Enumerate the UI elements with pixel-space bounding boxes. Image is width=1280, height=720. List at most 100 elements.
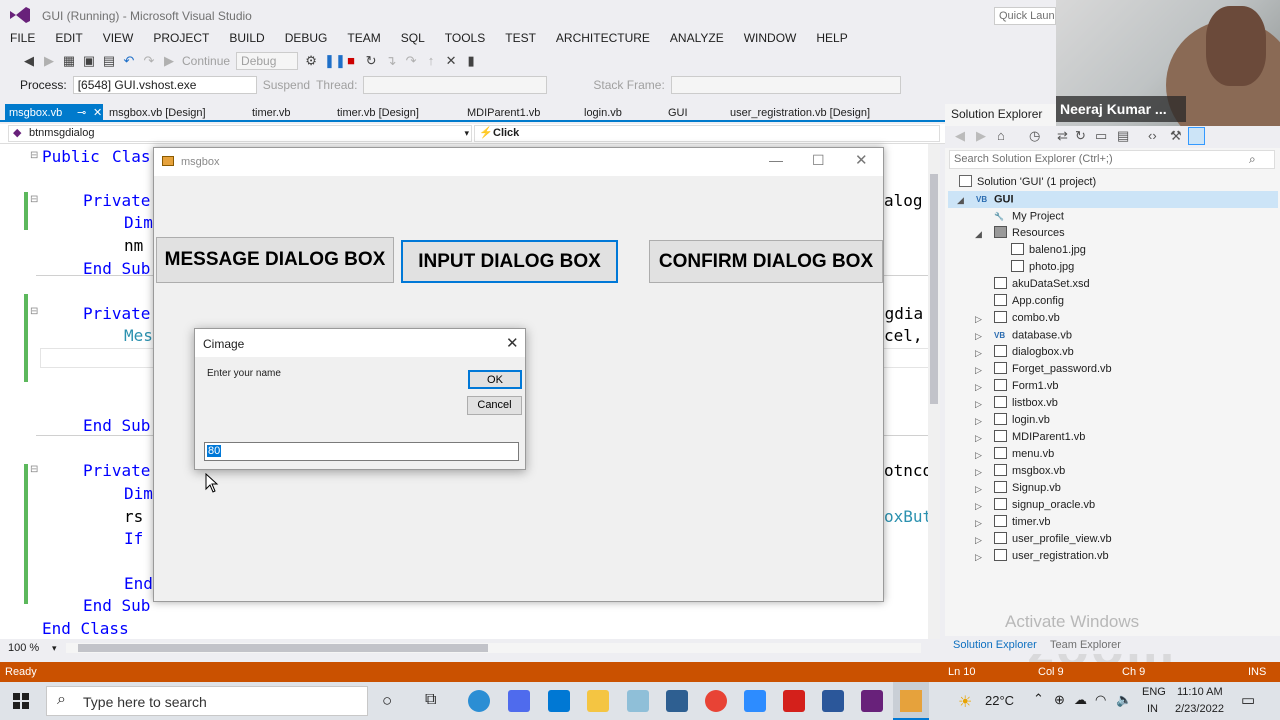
continue-button[interactable]: Continue	[182, 54, 230, 68]
undo-icon[interactable]: ↶	[122, 54, 136, 68]
collapsed-arrow-icon[interactable]: ▷	[975, 348, 982, 359]
collapsed-arrow-icon[interactable]: ▷	[975, 433, 982, 444]
menu-window[interactable]: WINDOW	[734, 30, 807, 50]
ok-button[interactable]: OK	[468, 370, 522, 389]
bookmark-icon[interactable]: ▮	[464, 54, 478, 68]
tab-solution-explorer[interactable]: Solution Explorer	[953, 639, 1037, 651]
tree-file[interactable]: listbox.vb	[994, 395, 1058, 412]
save-all-icon[interactable]: ▤	[102, 54, 116, 68]
clock-date[interactable]: 2/23/2022	[1175, 703, 1224, 715]
step-into-icon[interactable]: ↴	[384, 54, 398, 68]
wifi-icon[interactable]: ◠	[1095, 692, 1106, 708]
tree-file[interactable]: Form1.vb	[994, 378, 1058, 395]
tab-gui[interactable]: GUI	[668, 104, 688, 122]
menu-project[interactable]: PROJECT	[143, 30, 219, 50]
collapsed-arrow-icon[interactable]: ▷	[975, 501, 982, 512]
collapsed-arrow-icon[interactable]: ▷	[975, 331, 982, 342]
zoom-level[interactable]: 100 %	[8, 642, 39, 654]
notification-icon[interactable]: ▭	[1241, 691, 1255, 709]
tree-file[interactable]: dialogbox.vb	[994, 344, 1074, 361]
language-region[interactable]: IN	[1147, 703, 1158, 715]
tree-file[interactable]: VB database.vb	[994, 327, 1072, 344]
zoom-app-icon[interactable]	[744, 690, 766, 712]
edge-icon[interactable]	[468, 690, 490, 712]
collapsed-arrow-icon[interactable]: ▷	[975, 314, 982, 325]
horizontal-scrollbar[interactable]	[66, 643, 921, 653]
collapsed-arrow-icon[interactable]: ▷	[975, 365, 982, 376]
chrome-icon[interactable]	[705, 690, 727, 712]
collapsed-arrow-icon[interactable]: ▷	[975, 552, 982, 563]
collapse-icon[interactable]: ⊟	[30, 464, 38, 475]
menu-team[interactable]: TEAM	[337, 30, 390, 50]
search-icon[interactable]: ⌕	[1249, 152, 1256, 167]
windows-start-icon[interactable]	[13, 693, 29, 709]
search-solution-input[interactable]: Search Solution Explorer (Ctrl+;)	[949, 150, 1275, 169]
chevron-down-icon[interactable]: ▾	[52, 643, 57, 654]
confirm-dialog-box-button[interactable]: CONFIRM DIALOG BOX	[649, 240, 883, 283]
name-input[interactable]: 80	[204, 442, 519, 461]
tree-file[interactable]: menu.vb	[994, 446, 1054, 463]
home-icon[interactable]: ⌂	[997, 128, 1005, 143]
tree-file[interactable]: akuDataSet.xsd	[994, 276, 1090, 293]
tree-file[interactable]: Signup.vb	[994, 480, 1061, 497]
scrollbar-thumb[interactable]	[78, 644, 488, 652]
tab-msgbox-design[interactable]: msgbox.vb [Design]	[109, 104, 206, 122]
tree-file[interactable]: signup_oracle.vb	[994, 497, 1095, 514]
menu-build[interactable]: BUILD	[219, 30, 274, 50]
tab-timer-design[interactable]: timer.vb [Design]	[337, 104, 419, 122]
tree-file[interactable]: msgbox.vb	[994, 463, 1065, 480]
store-icon[interactable]	[508, 690, 530, 712]
tree-file[interactable]: combo.vb	[994, 310, 1060, 327]
close-icon[interactable]: ✕	[855, 151, 868, 169]
properties-icon[interactable]: ⚒	[1170, 128, 1182, 144]
attach-icon[interactable]: ⚙	[304, 54, 318, 68]
refresh-icon[interactable]: ↻	[1075, 128, 1086, 144]
tree-file[interactable]: timer.vb	[994, 514, 1051, 531]
collapse-icon[interactable]: ⊟	[30, 194, 38, 205]
cancel-button[interactable]: Cancel	[467, 396, 522, 415]
process-combo[interactable]: [6548] GUI.vshost.exe	[72, 76, 257, 94]
new-project-icon[interactable]: ▦	[62, 54, 76, 68]
collapsed-arrow-icon[interactable]: ▷	[975, 399, 982, 410]
menu-sql[interactable]: SQL	[391, 30, 435, 50]
menu-help[interactable]: HELP	[806, 30, 857, 50]
tree-file[interactable]: MDIParent1.vb	[994, 429, 1085, 446]
vertical-scrollbar[interactable]	[928, 144, 940, 639]
config-combo[interactable]: Debug	[236, 52, 299, 70]
expanded-arrow-icon[interactable]: ◢	[957, 195, 964, 206]
stop-icon[interactable]: ■	[344, 54, 358, 68]
taskbar-search-box[interactable]: ⌕ Type here to search	[46, 686, 368, 716]
tab-login[interactable]: login.vb	[584, 104, 622, 122]
quick-launch-input[interactable]: Quick Launch	[994, 7, 1056, 25]
language-code[interactable]: ENG	[1142, 686, 1166, 698]
restart-icon[interactable]: ↻	[364, 54, 378, 68]
back-icon[interactable]: ◀	[955, 128, 965, 144]
tab-timer-vb[interactable]: timer.vb	[252, 104, 291, 122]
visual-studio-icon[interactable]	[861, 690, 883, 712]
file-explorer-icon[interactable]	[587, 690, 609, 712]
tree-file[interactable]: Forget_password.vb	[994, 361, 1112, 378]
cortana-icon[interactable]: ○	[382, 691, 392, 711]
pause-icon[interactable]: ❚❚	[324, 54, 346, 68]
menu-file[interactable]: FILE	[0, 30, 45, 50]
collapsed-arrow-icon[interactable]: ▷	[975, 535, 982, 546]
tree-file[interactable]: login.vb	[994, 412, 1050, 429]
member-dropdown[interactable]: ◆ btnmsgdialog ▾	[8, 125, 472, 142]
tab-mdiparent[interactable]: MDIParent1.vb	[467, 104, 540, 122]
stack-frame-combo[interactable]	[670, 76, 901, 94]
tree-file[interactable]: user_profile_view.vb	[994, 531, 1112, 548]
step-over-icon[interactable]: ↷	[404, 54, 418, 68]
close-tab-icon[interactable]: ✕	[93, 104, 102, 122]
clock-time[interactable]: 11:10 AM	[1177, 686, 1223, 698]
dev-app-icon[interactable]	[666, 690, 688, 712]
collapsed-arrow-icon[interactable]: ▷	[975, 382, 982, 393]
back-icon[interactable]: ◀	[22, 54, 36, 68]
menu-architecture[interactable]: ARCHITECTURE	[546, 30, 660, 50]
mail-icon[interactable]	[548, 690, 570, 712]
collapse-all-icon[interactable]: ▭	[1095, 128, 1107, 144]
tree-file[interactable]: photo.jpg	[1011, 259, 1074, 276]
task-view-icon[interactable]: ⧉	[425, 691, 436, 709]
continue-icon[interactable]: ▶	[162, 54, 176, 68]
collapsed-arrow-icon[interactable]: ▷	[975, 484, 982, 495]
close-icon[interactable]: ✕	[506, 334, 519, 352]
